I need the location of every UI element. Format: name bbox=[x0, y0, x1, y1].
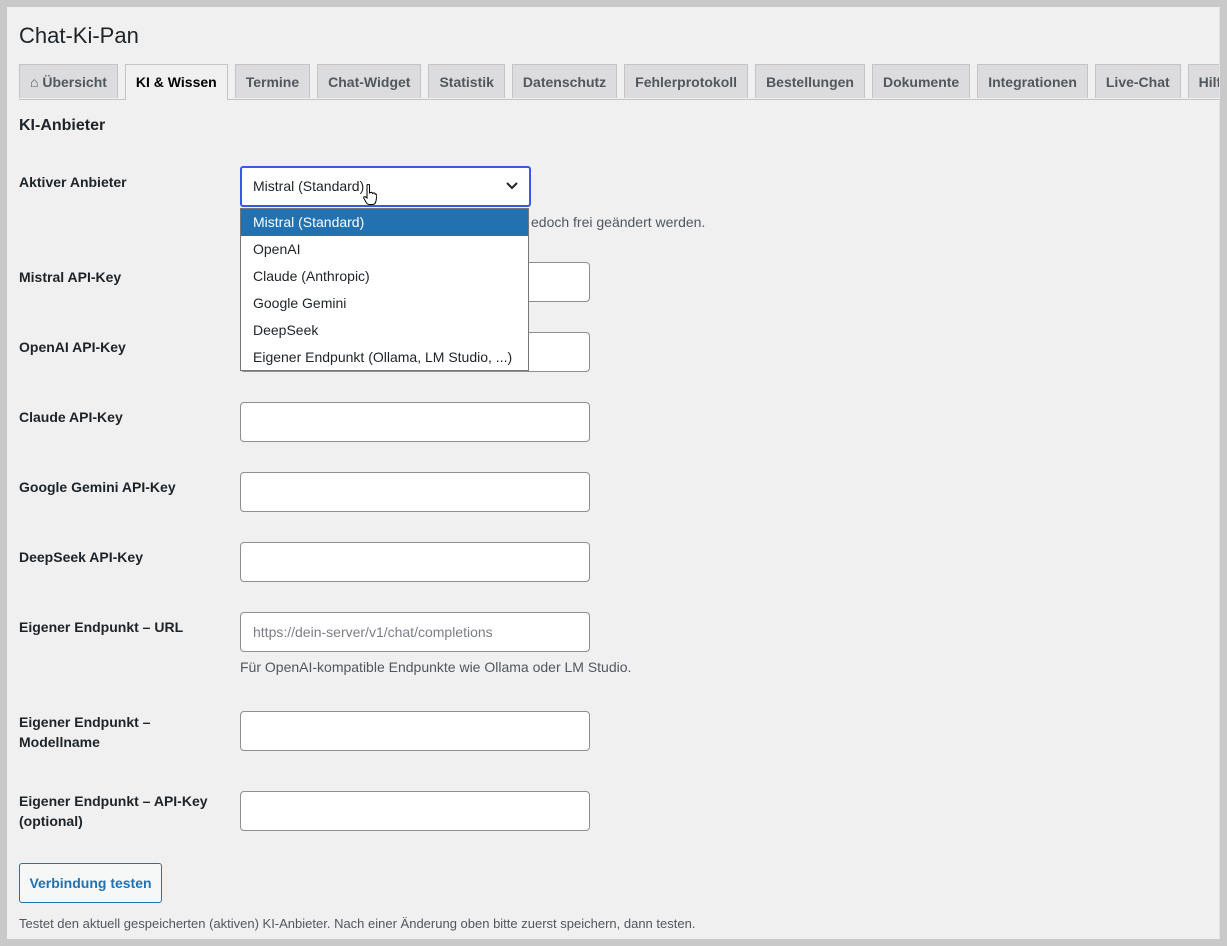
provider-select[interactable]: Mistral (Standard) bbox=[240, 166, 531, 207]
endpoint-model-label-line1: Eigener Endpunkt – bbox=[19, 714, 151, 730]
tab-hilfe[interactable]: Hilfe bbox=[1187, 64, 1219, 98]
tab-live-chat[interactable]: Live-Chat bbox=[1094, 64, 1181, 98]
tab-statistik[interactable]: Statistik bbox=[428, 64, 505, 98]
tab-bestellungen[interactable]: Bestellungen bbox=[755, 64, 865, 98]
gemini-key-label: Google Gemini API-Key bbox=[19, 479, 176, 495]
endpoint-key-label: Eigener Endpunkt – API-Key (optional) bbox=[19, 791, 219, 831]
tab-integrationen[interactable]: Integrationen bbox=[977, 64, 1088, 98]
endpoint-model-label: Eigener Endpunkt – Modellname bbox=[19, 712, 219, 752]
tab-fehlerprotokoll[interactable]: Fehlerprotokoll bbox=[624, 64, 749, 98]
endpoint-url-label: Eigener Endpunkt – URL bbox=[19, 619, 184, 635]
option-claude[interactable]: Claude (Anthropic) bbox=[241, 263, 528, 290]
mistral-key-label: Mistral API-Key bbox=[19, 269, 122, 285]
option-gemini[interactable]: Google Gemini bbox=[241, 290, 528, 317]
gemini-key-input[interactable] bbox=[240, 472, 590, 512]
admin-page: Chat-Ki-Pan ⌂ Übersicht KI & Wissen Term… bbox=[7, 7, 1220, 939]
test-connection-note: Testet den aktuell gespeicherten (aktive… bbox=[19, 916, 696, 931]
tab-dokumente[interactable]: Dokumente bbox=[871, 64, 971, 98]
option-deepseek[interactable]: DeepSeek bbox=[241, 317, 528, 344]
hand-cursor-icon bbox=[363, 184, 377, 205]
deepseek-key-label: DeepSeek API-Key bbox=[19, 549, 143, 565]
deepseek-key-input[interactable] bbox=[240, 542, 590, 582]
endpoint-url-input[interactable]: https://dein-server/v1/chat/completions bbox=[240, 612, 590, 652]
tab-bar: ⌂ Übersicht KI & Wissen Termine Chat-Wid… bbox=[19, 64, 1219, 100]
tab-ki-wissen[interactable]: KI & Wissen bbox=[124, 64, 228, 100]
endpoint-key-label-line2: (optional) bbox=[19, 813, 83, 829]
endpoint-key-input[interactable] bbox=[240, 791, 590, 831]
tab-overview[interactable]: ⌂ Übersicht bbox=[19, 64, 118, 98]
endpoint-url-placeholder: https://dein-server/v1/chat/completions bbox=[253, 624, 493, 640]
claude-key-label: Claude API-Key bbox=[19, 409, 123, 425]
provider-dropdown[interactable]: Mistral (Standard) OpenAI Claude (Anthro… bbox=[240, 208, 529, 371]
option-openai[interactable]: OpenAI bbox=[241, 236, 528, 263]
claude-key-input[interactable] bbox=[240, 402, 590, 442]
tab-datenschutz[interactable]: Datenschutz bbox=[511, 64, 618, 98]
tab-chat-widget[interactable]: Chat-Widget bbox=[317, 64, 422, 98]
section-title: KI-Anbieter bbox=[19, 117, 106, 134]
endpoint-model-input[interactable] bbox=[240, 711, 590, 751]
endpoint-model-label-line2: Modellname bbox=[19, 734, 100, 750]
option-custom-endpoint[interactable]: Eigener Endpunkt (Ollama, LM Studio, ...… bbox=[241, 344, 528, 371]
provider-description: edoch frei geändert werden. bbox=[531, 214, 706, 230]
endpoint-url-description: Für OpenAI-kompatible Endpunkte wie Olla… bbox=[240, 659, 632, 675]
provider-label: Aktiver Anbieter bbox=[19, 174, 127, 190]
endpoint-key-label-line1: Eigener Endpunkt – API-Key bbox=[19, 793, 208, 809]
option-mistral[interactable]: Mistral (Standard) bbox=[241, 209, 528, 236]
page-title: Chat-Ki-Pan bbox=[19, 23, 139, 48]
test-connection-button[interactable]: Verbindung testen bbox=[19, 863, 162, 903]
tab-termine[interactable]: Termine bbox=[234, 64, 311, 98]
provider-select-value: Mistral (Standard) bbox=[253, 178, 365, 194]
openai-key-label: OpenAI API-Key bbox=[19, 339, 126, 355]
